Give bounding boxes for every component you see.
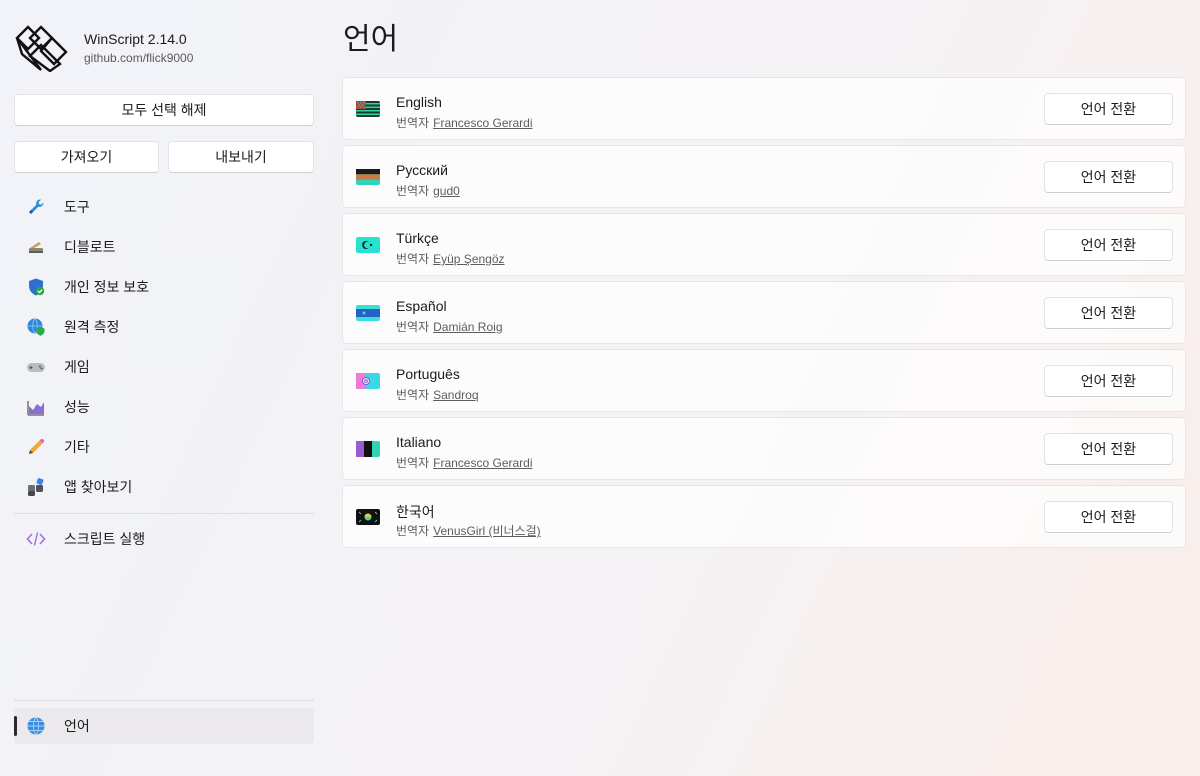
translator-label: 번역자 [396,116,430,130]
sidebar-item-debloat[interactable]: 디블로트 [14,227,314,267]
translator-link[interactable]: Francesco Gerardi [433,456,532,470]
translator-link[interactable]: Sandroq [433,388,478,402]
winscript-logo-icon [15,25,68,72]
flag-icon [356,237,380,253]
shield-check-icon [26,277,46,297]
pencil-icon [26,437,46,457]
globe-icon [26,716,46,736]
sidebar-item-label: 기타 [64,439,90,455]
export-button[interactable]: 내보내기 [168,141,314,173]
app-title: WinScript 2.14.0 [84,31,187,47]
selected-indicator [14,716,17,736]
translator-label: 번역자 [396,252,430,266]
chart-icon [26,397,46,417]
translator-label: 번역자 [396,184,430,198]
translator-label: 번역자 [396,388,430,402]
translator-link[interactable]: VenusGirl (비너스걸) [433,524,541,538]
language-name: Español [396,298,447,314]
wrench-icon [26,197,46,217]
sidebar-item-label: 원격 측정 [64,319,120,335]
sidebar-item-label: 게임 [64,359,90,375]
sidebar-item-language-row: 언어 [14,708,314,744]
sidebar-item-misc[interactable]: 기타 [14,427,314,467]
translator-link[interactable]: Eyüp Şengöz [433,252,504,266]
sidebar-item-label: 디블로트 [64,239,116,255]
language-row-english: English 번역자 Francesco Gerardi 언어 전환 [342,77,1186,140]
translator-label: 번역자 [396,456,430,470]
sidebar-item-label: 도구 [64,199,90,215]
sidebar-item-browse-apps[interactable]: 앱 찾아보기 [14,467,314,507]
language-name: 한국어 [396,504,435,520]
translator-line: 번역자 gud0 [396,182,460,199]
flag-icon [356,169,380,185]
translator-link[interactable]: gud0 [433,184,460,198]
language-row-italian: Italiano 번역자 Francesco Gerardi 언어 전환 [342,417,1186,480]
sidebar-item-telemetry[interactable]: 원격 측정 [14,307,314,347]
sidebar-item-label: 성능 [64,399,90,415]
sidebar-item-language[interactable]: 언어 [14,708,314,744]
sidebar-divider [14,513,314,514]
translator-line: 번역자 Francesco Gerardi [396,454,533,471]
deselect-all-button[interactable]: 모두 선택 해제 [14,94,314,126]
sidebar-item-tools[interactable]: 도구 [14,187,314,227]
flag-icon [356,101,380,117]
flag-icon [356,509,380,525]
language-row-turkish: Türkçe 번역자 Eyüp Şengöz 언어 전환 [342,213,1186,276]
globe-shield-icon [26,317,46,337]
language-row-spanish: Español 번역자 Damián Roig 언어 전환 [342,281,1186,344]
language-list: English 번역자 Francesco Gerardi 언어 전환 Русск… [342,77,1186,553]
switch-language-button[interactable]: 언어 전환 [1044,365,1173,397]
sidebar-item-run-script[interactable]: 스크립트 실행 [14,519,314,559]
translator-label: 번역자 [396,524,430,538]
switch-language-button[interactable]: 언어 전환 [1044,433,1173,465]
language-row-russian: Русский 번역자 gud0 언어 전환 [342,145,1186,208]
code-icon [26,529,46,549]
language-row-portuguese: Português 번역자 Sandroq 언어 전환 [342,349,1186,412]
gamepad-icon [26,357,46,377]
broom-icon [26,237,46,257]
language-name: Русский [396,162,448,178]
flag-icon [356,373,380,389]
page-title: 언어 [343,23,399,56]
language-name: Português [396,366,460,382]
translator-line: 번역자 Francesco Gerardi [396,114,533,131]
sidebar-nav: 도구 디블로트 개인 정보 보호 원격 측정 게임 성능 기타 앱 찾아보기 [14,187,314,507]
translator-line: 번역자 Sandroq [396,386,479,403]
sidebar-item-performance[interactable]: 성능 [14,387,314,427]
sidebar-item-label: 개인 정보 보호 [64,279,150,295]
flag-icon [356,441,380,457]
sidebar-item-privacy[interactable]: 개인 정보 보호 [14,267,314,307]
import-button[interactable]: 가져오기 [14,141,159,173]
translator-label: 번역자 [396,320,430,334]
apps-icon [26,477,46,497]
sidebar: WinScript 2.14.0 github.com/flick9000 모두… [0,0,328,776]
switch-language-button[interactable]: 언어 전환 [1044,229,1173,261]
language-name: Italiano [396,434,442,450]
sidebar-item-label: 언어 [64,718,90,734]
translator-link[interactable]: Damián Roig [433,320,502,334]
translator-line: 번역자 Damián Roig [396,318,503,335]
switch-language-button[interactable]: 언어 전환 [1044,501,1173,533]
app-header: WinScript 2.14.0 github.com/flick9000 [14,24,193,72]
translator-line: 번역자 Eyüp Şengöz [396,250,505,267]
switch-language-button[interactable]: 언어 전환 [1044,161,1173,193]
switch-language-button[interactable]: 언어 전환 [1044,93,1173,125]
sidebar-divider [14,700,314,701]
flag-icon [356,305,380,321]
language-name: English [396,94,442,110]
translator-link[interactable]: Francesco Gerardi [433,116,532,130]
sidebar-script-section: 스크립트 실행 [14,519,314,559]
sidebar-item-gaming[interactable]: 게임 [14,347,314,387]
app-subtitle: github.com/flick9000 [84,51,194,65]
sidebar-item-label: 스크립트 실행 [64,531,146,547]
translator-line: 번역자 VenusGirl (비너스걸) [396,522,541,539]
language-name: Türkçe [396,230,439,246]
sidebar-item-label: 앱 찾아보기 [64,479,133,495]
switch-language-button[interactable]: 언어 전환 [1044,297,1173,329]
language-row-korean: 한국어 번역자 VenusGirl (비너스걸) 언어 전환 [342,485,1186,548]
